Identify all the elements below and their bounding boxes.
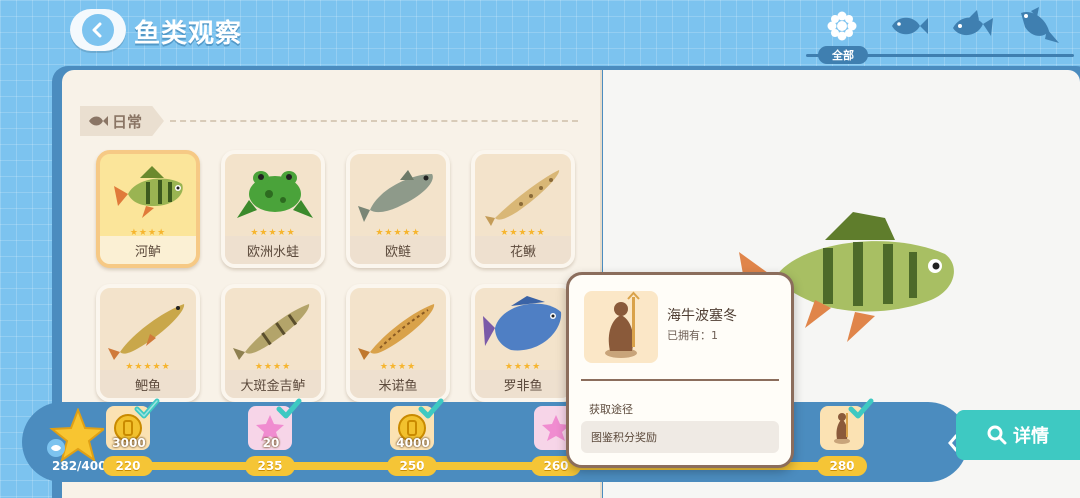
- fish-card-minnow[interactable]: ★★★★ 米诺鱼: [346, 284, 450, 402]
- frog-image: [237, 171, 313, 218]
- fish-name: 欧洲水蛙: [225, 236, 321, 264]
- milestone-250: 250: [387, 456, 437, 476]
- claimed-check-icon: [848, 398, 874, 419]
- minnow-fish-image: [358, 304, 435, 360]
- small-fish-icon: [892, 17, 928, 35]
- fish-name: 河鲈: [100, 236, 196, 264]
- fish-card-loach[interactable]: ★★★★★ 花鳅: [471, 150, 575, 268]
- fish-card-barbel[interactable]: ★★★★★ 鲃鱼: [96, 284, 200, 402]
- fish-name: 罗非鱼: [475, 370, 571, 398]
- back-arrow-icon: [82, 14, 114, 46]
- filter-tab-all-label: 全部: [818, 46, 868, 64]
- fish-name: 米诺鱼: [350, 370, 446, 398]
- all-flower-icon: [827, 11, 857, 41]
- fish-name: 大斑金吉鲈: [225, 370, 321, 398]
- filter-tab-large[interactable]: [1014, 6, 1062, 46]
- claimed-check-icon: [418, 398, 444, 419]
- fish-name: 花鳅: [475, 236, 571, 264]
- fish-card-tilapia[interactable]: ★★★★ 罗非鱼: [471, 284, 575, 402]
- reward-count: 4000: [396, 436, 430, 450]
- zander-fish-image: [233, 304, 310, 360]
- details-label: 详情: [1013, 426, 1049, 447]
- loach-fish-image: [485, 170, 560, 226]
- milestone-235: 235: [245, 456, 295, 476]
- filter-tab-small[interactable]: [884, 6, 932, 46]
- reward-item[interactable]: 4000: [390, 398, 444, 454]
- large-fish-icon: [1021, 7, 1059, 43]
- fish-card-perch[interactable]: ★★★★ 河鲈: [96, 150, 200, 268]
- filter-tab-all[interactable]: [818, 6, 866, 46]
- reward-thumbnail: [584, 291, 658, 363]
- poseidon-statue-icon: [605, 291, 640, 358]
- score-counter: 282/400: [52, 459, 107, 473]
- source-title: 获取途径: [589, 403, 633, 416]
- reward-count: 3000: [112, 436, 146, 450]
- fish-name: 鲃鱼: [100, 370, 196, 398]
- reward-name: 海牛波塞冬: [667, 308, 737, 324]
- milestone-220: 220: [103, 456, 153, 476]
- reward-item[interactable]: 3000: [106, 398, 160, 454]
- perch-fish-image: [114, 166, 183, 218]
- reward-item[interactable]: [820, 398, 874, 454]
- medium-fish-icon: [953, 10, 993, 36]
- reward-tooltip: 海牛波塞冬 已拥有：1 获取途径 图鉴积分奖励: [566, 272, 794, 468]
- fish-card-frog[interactable]: ★★★★★ 欧洲水蛙: [221, 150, 325, 268]
- fish-icon: [89, 116, 108, 126]
- back-button[interactable]: [70, 9, 126, 51]
- section-divider: [170, 120, 578, 122]
- filter-tabs: 全部: [806, 6, 1074, 66]
- details-button[interactable]: 详情: [956, 410, 1080, 460]
- section-tag: 日常: [80, 106, 164, 136]
- source-value: 图鉴积分奖励: [581, 421, 779, 453]
- reward-item[interactable]: 20: [248, 398, 302, 454]
- tilapia-fish-image: [483, 296, 562, 351]
- reward-owned-count: 已拥有：1: [667, 329, 718, 342]
- score-star-icon: [47, 408, 104, 462]
- tooltip-divider: [581, 379, 779, 381]
- claimed-check-icon: [134, 398, 160, 419]
- claimed-check-icon: [276, 398, 302, 419]
- fish-card-zander[interactable]: ★★★★ 大斑金吉鲈: [221, 284, 325, 402]
- filter-tab-medium[interactable]: [948, 6, 996, 46]
- search-icon: [987, 425, 1007, 445]
- milestone-280: 280: [817, 456, 867, 476]
- fish-card-chub[interactable]: ★★★★★ 欧鲢: [346, 150, 450, 268]
- page-title: 鱼类观察: [134, 19, 243, 49]
- barbel-fish-image: [108, 304, 185, 360]
- reward-count: 20: [262, 436, 280, 450]
- chub-fish-image: [358, 170, 433, 222]
- section-label: 日常: [112, 112, 143, 131]
- fish-name: 欧鲢: [350, 236, 446, 264]
